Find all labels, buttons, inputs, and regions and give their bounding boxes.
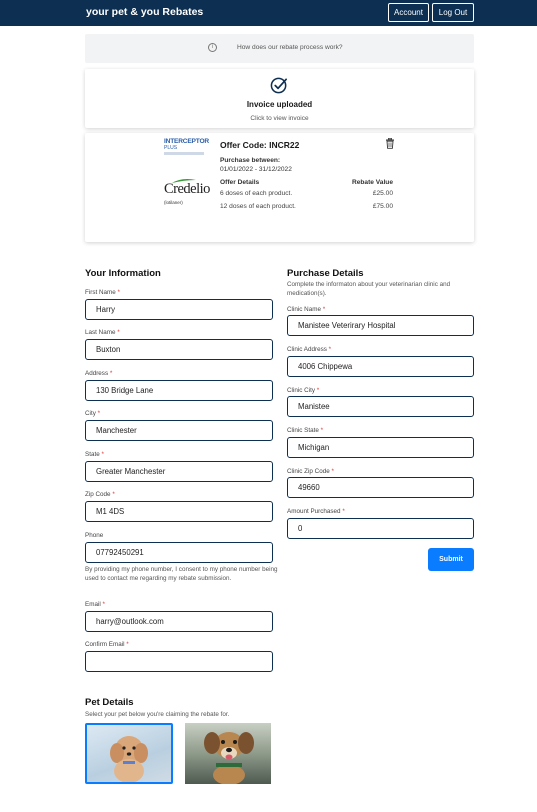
rebate-process-info-bar[interactable]: i How does our rebate process work?: [85, 34, 474, 63]
clinic-address-field[interactable]: 4006 Chippewa: [287, 356, 474, 377]
clinic-name-field[interactable]: Manistee Veterirary Hospital: [287, 315, 474, 336]
trash-icon[interactable]: [385, 138, 395, 149]
invoice-status-title: Invoice uploaded: [246, 100, 313, 109]
phone-field[interactable]: 07792450291: [85, 542, 273, 563]
first-name-field[interactable]: Harry: [85, 299, 273, 320]
your-information-title: Your Information: [85, 268, 161, 279]
address-label: Address *: [85, 370, 113, 377]
city-label: City *: [85, 410, 101, 417]
submit-button[interactable]: Submit: [428, 548, 474, 571]
pet-details-subtitle: Select your pet below you're claiming th…: [85, 711, 230, 718]
purchase-details-title: Purchase Details: [287, 268, 364, 279]
pet-photo-dog[interactable]: [185, 723, 271, 784]
state-label: State *: [85, 451, 104, 458]
last-name-label: Last Name *: [85, 329, 120, 336]
clinic-name-label: Clinic Name *: [287, 306, 326, 313]
offer-code: Offer Code: INCR22: [220, 140, 300, 150]
credelio-logo: Credelio (lotilaner): [164, 179, 210, 205]
purchase-period-label: Purchase between:: [220, 157, 281, 164]
rebate-value-header: Rebate Value: [351, 179, 393, 186]
rebate-value: £25.00: [372, 190, 393, 197]
email-label: Email *: [85, 601, 105, 608]
info-icon: i: [208, 43, 217, 52]
invoice-uploaded-card[interactable]: Invoice uploaded Click to view invoice: [85, 69, 474, 128]
account-button[interactable]: Account: [388, 3, 429, 22]
offer-card: INTERCEPTOR PLUS Credelio (lotilaner) Of…: [85, 133, 474, 242]
interceptor-plus-logo: INTERCEPTOR PLUS: [164, 138, 216, 155]
address-field[interactable]: 130 Bridge Lane: [85, 380, 273, 401]
brand-title[interactable]: your pet & you Rebates: [86, 6, 203, 18]
confirm-email-field[interactable]: [85, 651, 273, 672]
clinic-state-field[interactable]: Michigan: [287, 437, 474, 458]
offer-detail-row: 12 doses of each product.: [220, 203, 296, 210]
check-circle-icon: [270, 77, 288, 94]
logout-button[interactable]: Log Out: [432, 3, 474, 22]
email-field[interactable]: harry@outlook.com: [85, 611, 273, 632]
zip-code-label: Zip Code *: [85, 491, 115, 498]
clinic-zip-label: Clinic Zip Code *: [287, 468, 334, 475]
rebate-value: £75.00: [372, 203, 393, 210]
clinic-city-label: Clinic City *: [287, 387, 320, 394]
first-name-label: First Name *: [85, 289, 120, 296]
last-name-field[interactable]: Buxton: [85, 339, 273, 360]
top-navbar: your pet & you Rebates Account Log Out: [0, 0, 537, 26]
offer-detail-row: 6 doses of each product.: [220, 190, 293, 197]
zip-code-field[interactable]: M1 4DS: [85, 501, 273, 522]
phone-label: Phone: [85, 532, 104, 539]
purchase-details-description: Complete the informaton about your veter…: [287, 281, 451, 297]
clinic-zip-field[interactable]: 49660: [287, 477, 474, 498]
purchase-period-dates: 01/01/2022 - 31/12/2022: [220, 166, 292, 173]
pet-photo-poodle-selected[interactable]: [85, 723, 173, 784]
clinic-state-label: Clinic State *: [287, 427, 324, 434]
clinic-address-label: Clinic Address *: [287, 346, 332, 353]
phone-consent-text: By providing my phone number, I consent …: [85, 566, 278, 582]
pet-details-title: Pet Details: [85, 697, 134, 708]
state-field[interactable]: Greater Manchester: [85, 461, 273, 482]
city-field[interactable]: Manchester: [85, 420, 273, 441]
offer-details-header: Offer Details: [220, 179, 260, 186]
amount-purchased-label: Amount Purchased *: [287, 508, 345, 515]
clinic-city-field[interactable]: Manistee: [287, 396, 474, 417]
amount-purchased-field[interactable]: 0: [287, 518, 474, 539]
view-invoice-link[interactable]: Click to view invoice: [85, 115, 474, 122]
confirm-email-label: Confirm Email *: [85, 641, 129, 648]
rebate-process-link[interactable]: How does our rebate process work?: [237, 44, 343, 51]
